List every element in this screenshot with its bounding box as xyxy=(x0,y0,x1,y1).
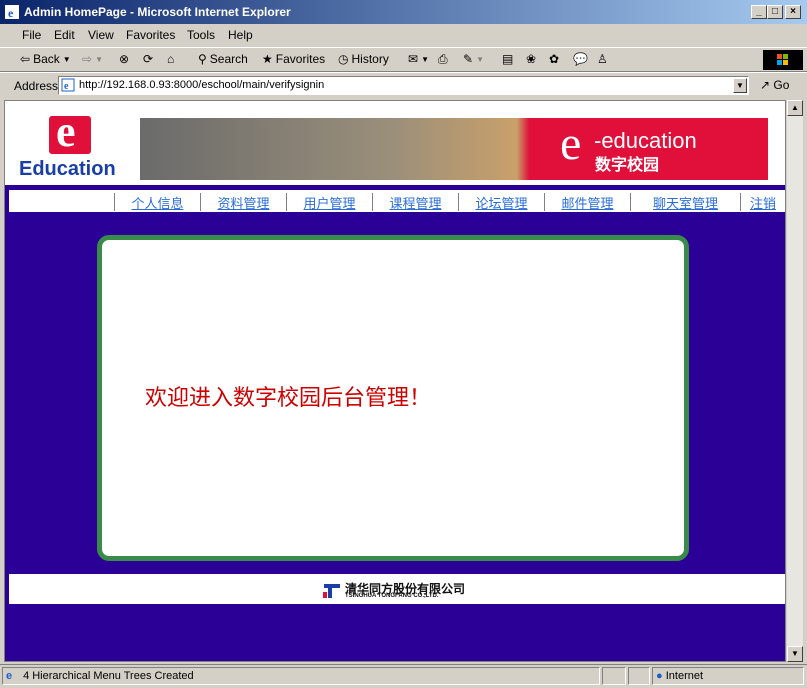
go-label: Go xyxy=(773,78,790,92)
status-message: 4 Hierarchical Menu Trees Created xyxy=(23,670,194,682)
chevron-down-icon: ▼ xyxy=(476,54,484,64)
go-arrow-icon: ↗ xyxy=(760,78,771,92)
mail-icon: ✉ xyxy=(408,52,419,66)
menu-view[interactable]: View xyxy=(88,28,114,42)
logo-letter: e xyxy=(56,107,76,156)
messenger-button[interactable]: ✿ xyxy=(549,52,559,66)
nav-forum-management[interactable]: 论坛管理 xyxy=(458,193,544,211)
nav-data-management[interactable]: 资料管理 xyxy=(200,193,286,211)
page-icon: e xyxy=(61,78,75,92)
chevron-down-icon: ▼ xyxy=(421,54,429,64)
search-label: Search xyxy=(209,52,248,66)
stop-button[interactable]: ⊗ xyxy=(119,52,129,66)
status-pane-empty-2 xyxy=(628,667,650,685)
favorites-icon: ★ xyxy=(262,52,273,66)
chevron-down-icon: ▼ xyxy=(62,54,71,64)
banner-e-letter: e xyxy=(560,117,582,170)
edit-button[interactable]: ✎ ▼ xyxy=(463,52,484,66)
back-label: Back xyxy=(33,52,60,66)
banner-subtitle: 数字校园 xyxy=(595,157,660,174)
document-icon: ▤ xyxy=(502,52,514,66)
discuss-button[interactable]: ▤ xyxy=(502,52,513,66)
address-dropdown-button[interactable]: ▼ xyxy=(733,78,747,93)
print-button[interactable]: ⎙ xyxy=(438,52,448,67)
forward-arrow-icon: ⇨ xyxy=(82,52,93,66)
favorites-label: Favorites xyxy=(275,52,326,66)
refresh-button[interactable]: ⟳ xyxy=(143,52,153,66)
status-bar: e 4 Hierarchical Menu Trees Created ● In… xyxy=(0,664,807,688)
svg-text:e: e xyxy=(64,81,69,92)
menu-file[interactable]: File xyxy=(22,28,41,42)
minimize-button[interactable]: _ xyxy=(751,5,767,19)
toolbar: ⇦ Back ▼ ⇨ ▼ ⊗ ⟳ ⌂ ⚲ Search ★ Favorites … xyxy=(0,47,807,72)
mail-button[interactable]: ✉ ▼ xyxy=(408,52,429,66)
history-icon: ◷ xyxy=(338,52,349,66)
stop-icon: ⊗ xyxy=(119,52,130,66)
scroll-up-button[interactable]: ▲ xyxy=(787,100,803,116)
status-page-icon: e xyxy=(6,670,13,682)
refresh-icon: ⟳ xyxy=(143,52,154,66)
search-icon: ⚲ xyxy=(198,52,207,66)
person-icon: ♙ xyxy=(597,52,608,66)
scroll-down-button[interactable]: ▼ xyxy=(787,646,803,662)
svg-text:e: e xyxy=(8,6,14,20)
status-zone-pane: ● Internet xyxy=(652,667,804,685)
footer-company-en: TSINGHUA TONGFANG CO.,LTD. xyxy=(345,593,439,599)
home-button[interactable]: ⌂ xyxy=(167,52,174,66)
address-bar: Address e http://192.168.0.93:8000/escho… xyxy=(0,72,807,98)
page-footer: 清华同方股份有限公司 TSINGHUA TONGFANG CO.,LTD. xyxy=(9,574,785,604)
back-arrow-icon: ⇦ xyxy=(20,52,31,66)
window-title: Admin HomePage - Microsoft Internet Expl… xyxy=(24,5,291,19)
nav-user-management[interactable]: 用户管理 xyxy=(286,193,372,211)
go-button[interactable]: ↗ Go xyxy=(760,78,789,92)
print-icon: ⎙ xyxy=(438,52,448,66)
research-icon: ❀ xyxy=(526,52,537,66)
history-label: History xyxy=(351,52,389,66)
page-header: e Education e -education 数字校园 xyxy=(5,101,785,185)
status-zone: Internet xyxy=(665,670,704,682)
menu-bar: File Edit View Favorites Tools Help xyxy=(0,24,807,70)
status-message-pane: e 4 Hierarchical Menu Trees Created xyxy=(2,667,600,685)
chat-bubble-icon: 💬 xyxy=(573,52,588,66)
welcome-panel: 欢迎进入数字校园后台管理！ xyxy=(97,235,689,561)
welcome-message: 欢迎进入数字校园后台管理！ xyxy=(145,386,432,411)
home-icon: ⌂ xyxy=(167,52,175,66)
forward-button[interactable]: ⇨ ▼ xyxy=(82,52,103,66)
main-nav: 个人信息 资料管理 用户管理 课程管理 论坛管理 邮件管理 聊天室管理 注销 xyxy=(9,189,785,212)
vertical-scrollbar[interactable]: ▲ ▼ xyxy=(786,100,803,662)
messenger-icon: ✿ xyxy=(549,52,560,66)
research-button[interactable]: ❀ xyxy=(526,52,536,66)
back-button[interactable]: ⇦ Back ▼ xyxy=(20,52,71,66)
nav-course-management[interactable]: 课程管理 xyxy=(372,193,458,211)
nav-logout[interactable]: 注销 xyxy=(740,193,785,211)
page-viewport: e Education e -education 数字校园 个人信息 资料管理 … xyxy=(4,100,786,662)
menu-tools[interactable]: Tools xyxy=(187,28,215,42)
address-url: http://192.168.0.93:8000/eschool/main/ve… xyxy=(79,79,325,91)
globe-icon: ● xyxy=(656,670,663,682)
nav-mail-management[interactable]: 邮件管理 xyxy=(544,193,630,211)
chevron-down-icon: ▼ xyxy=(95,54,103,64)
title-bar: e Admin HomePage - Microsoft Internet Ex… xyxy=(0,0,807,24)
search-button[interactable]: ⚲ Search xyxy=(198,52,248,66)
nav-personal-info[interactable]: 个人信息 xyxy=(114,193,200,211)
education-logo: e xyxy=(49,107,91,156)
header-banner: e -education 数字校园 xyxy=(140,118,768,180)
maximize-button[interactable]: □ xyxy=(767,5,783,19)
favorites-button[interactable]: ★ Favorites xyxy=(262,52,325,66)
menu-edit[interactable]: Edit xyxy=(54,28,75,42)
history-button[interactable]: ◷ History xyxy=(338,52,389,66)
close-button[interactable]: × xyxy=(785,5,801,19)
menu-favorites[interactable]: Favorites xyxy=(126,28,175,42)
address-label: Address xyxy=(14,79,59,93)
nav-chatroom-management[interactable]: 聊天室管理 xyxy=(630,193,740,211)
address-input[interactable]: e http://192.168.0.93:8000/eschool/main/… xyxy=(58,76,749,95)
status-pane-empty-1 xyxy=(602,667,626,685)
logo-text: Education xyxy=(19,158,116,180)
ie-icon: e xyxy=(5,5,19,20)
chat-button[interactable]: 💬 xyxy=(573,52,588,66)
menu-help[interactable]: Help xyxy=(228,28,253,42)
edit-icon: ✎ xyxy=(463,52,474,66)
contacts-button[interactable]: ♙ xyxy=(597,52,608,66)
tongfang-logo-icon xyxy=(323,584,340,598)
